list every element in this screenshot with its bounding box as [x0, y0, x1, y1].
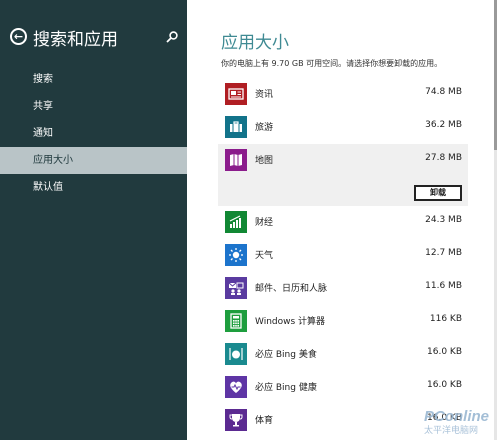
app-row[interactable]: 财经 24.3 MB	[218, 206, 468, 239]
app-name: 资讯	[255, 90, 274, 100]
app-row[interactable]: 天气 12.7 MB	[218, 239, 468, 272]
app-size: 36.2 MB	[425, 120, 462, 130]
news-icon	[225, 83, 247, 105]
sports-icon	[225, 409, 247, 431]
sidebar-item-defaults[interactable]: 默认值	[0, 174, 187, 201]
app-row-selected[interactable]: 地图 27.8 MB 卸载	[218, 144, 468, 206]
sidebar-item-search[interactable]: 搜索	[0, 66, 187, 93]
app-row[interactable]: 必应 Bing 健康 16.0 KB	[218, 371, 468, 404]
app-name: 地图	[255, 156, 274, 166]
app-row[interactable]: 资讯 74.8 MB	[218, 78, 468, 111]
app-row[interactable]: 旅游 36.2 MB	[218, 111, 468, 144]
app-size: 11.6 MB	[425, 281, 462, 291]
app-row[interactable]: 邮件、日历和人脉 11.6 MB	[218, 272, 468, 305]
app-size: 16.0 KB	[427, 347, 462, 357]
watermark-logo: PConline 太平洋电脑网	[424, 408, 489, 436]
page-description: 你的电脑上有 9.70 GB 可用空间。请选择你想要卸载的应用。	[221, 59, 443, 68]
sidebar-item-share[interactable]: 共享	[0, 93, 187, 120]
app-name: 必应 Bing 美食	[255, 350, 317, 360]
sidebar-item-notifications[interactable]: 通知	[0, 120, 187, 147]
main-content: 应用大小 你的电脑上有 9.70 GB 可用空间。请选择你想要卸载的应用。 资讯…	[187, 0, 500, 440]
search-icon[interactable]	[165, 30, 179, 44]
app-row[interactable]: Windows 计算器 116 KB	[218, 305, 468, 338]
finance-icon	[225, 211, 247, 233]
app-size: 74.8 MB	[425, 87, 462, 97]
app-size: 24.3 MB	[425, 215, 462, 225]
scrollbar[interactable]	[491, 0, 500, 440]
app-name: 邮件、日历和人脉	[255, 284, 328, 294]
calculator-icon	[225, 310, 247, 332]
app-size: 27.8 MB	[425, 153, 462, 163]
app-size: 16.0 KB	[427, 380, 462, 390]
sidebar-nav: 搜索 共享 通知 应用大小 默认值	[0, 66, 187, 201]
app-name: 天气	[255, 251, 274, 261]
app-row[interactable]: 必应 Bing 美食 16.0 KB	[218, 338, 468, 371]
app-size: 116 KB	[429, 314, 462, 324]
app-name: 财经	[255, 218, 274, 228]
maps-icon	[225, 149, 247, 171]
weather-icon	[225, 244, 247, 266]
sidebar-title: 搜索和应用	[33, 30, 118, 50]
sidebar-item-app-sizes[interactable]: 应用大小	[0, 147, 187, 174]
app-list: 资讯 74.8 MB 旅游 36.2 MB 地图 27.8 MB 卸载 财经 2…	[218, 78, 468, 437]
page-title: 应用大小	[221, 33, 289, 53]
back-arrow-icon[interactable]: ←	[10, 28, 27, 45]
app-size: 12.7 MB	[425, 248, 462, 258]
travel-icon	[225, 116, 247, 138]
food-icon	[225, 343, 247, 365]
mail-calendar-people-icon	[225, 277, 247, 299]
watermark-subtext: 太平洋电脑网	[424, 424, 478, 436]
uninstall-button[interactable]: 卸载	[414, 185, 462, 201]
app-name: 体育	[255, 416, 274, 426]
app-name: 旅游	[255, 123, 274, 133]
watermark-text: PConline	[424, 408, 489, 425]
app-name: Windows 计算器	[255, 317, 326, 327]
app-name: 必应 Bing 健康	[255, 383, 317, 393]
health-icon	[225, 376, 247, 398]
sidebar: ← 搜索和应用 搜索 共享 通知 应用大小 默认值	[0, 0, 187, 440]
